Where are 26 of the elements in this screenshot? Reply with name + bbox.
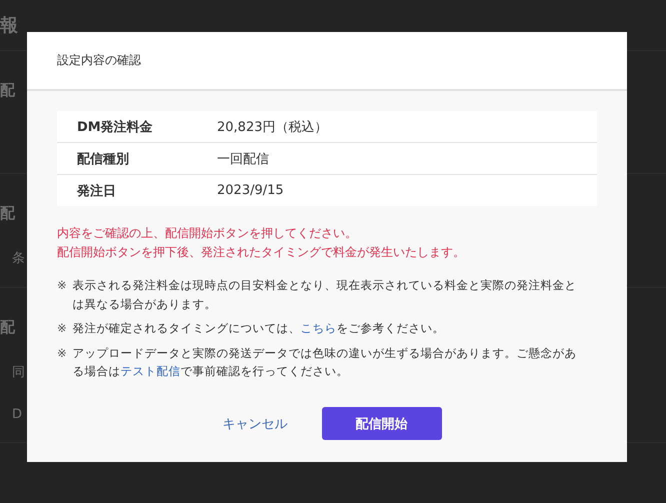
table-cell: 発注日 [57,174,217,206]
table-cell: 配信種別 [57,142,217,174]
note-mark: ※ [57,344,67,362]
section-title: 配 [0,318,15,337]
field-label: 同 [12,364,25,381]
note-text: アップロードデータと実際の発送データでは色味の違いが生ずる場合があります。ご懸念がある場合はテスト配信で事前確認を行ってください。 [72,344,578,380]
table-cell: 一回配信 [217,142,597,174]
link[interactable]: テスト配信 [120,364,181,378]
section-title: 配 [0,204,15,223]
note-mark: ※ [57,320,67,337]
start-button[interactable]: 配信開始 [322,407,442,440]
section-title: 配 [0,81,15,100]
link[interactable]: こちら [300,321,337,335]
table-cell: DM発注料金 [57,111,217,142]
table-cell: 20,823円（税込） [217,111,597,142]
note-mark: ※ [57,277,67,294]
warning-text: 内容をご確認の上、配信開始ボタンを押してください。 [57,225,357,242]
field-label: D [12,407,22,422]
note-text: 表示される発注料金は現時点の目安料金となり、現在表示されている料金と実際の発注料金とは異なる場合があります。 [72,277,578,312]
cancel-button[interactable]: キャンセル [212,406,298,440]
field-label: 条 [12,250,25,267]
page-heading: 報 [0,14,18,37]
table-cell: 2023/9/15 [217,174,597,206]
dialog-title: 設定内容の確認 [57,52,141,69]
warning-text: 配信開始ボタンを押下後、発注されたタイミングで料金が発生いたします。 [57,244,465,261]
note-text: 発注が確定されるタイミングについては、こちら をご参考ください。 [72,320,446,337]
